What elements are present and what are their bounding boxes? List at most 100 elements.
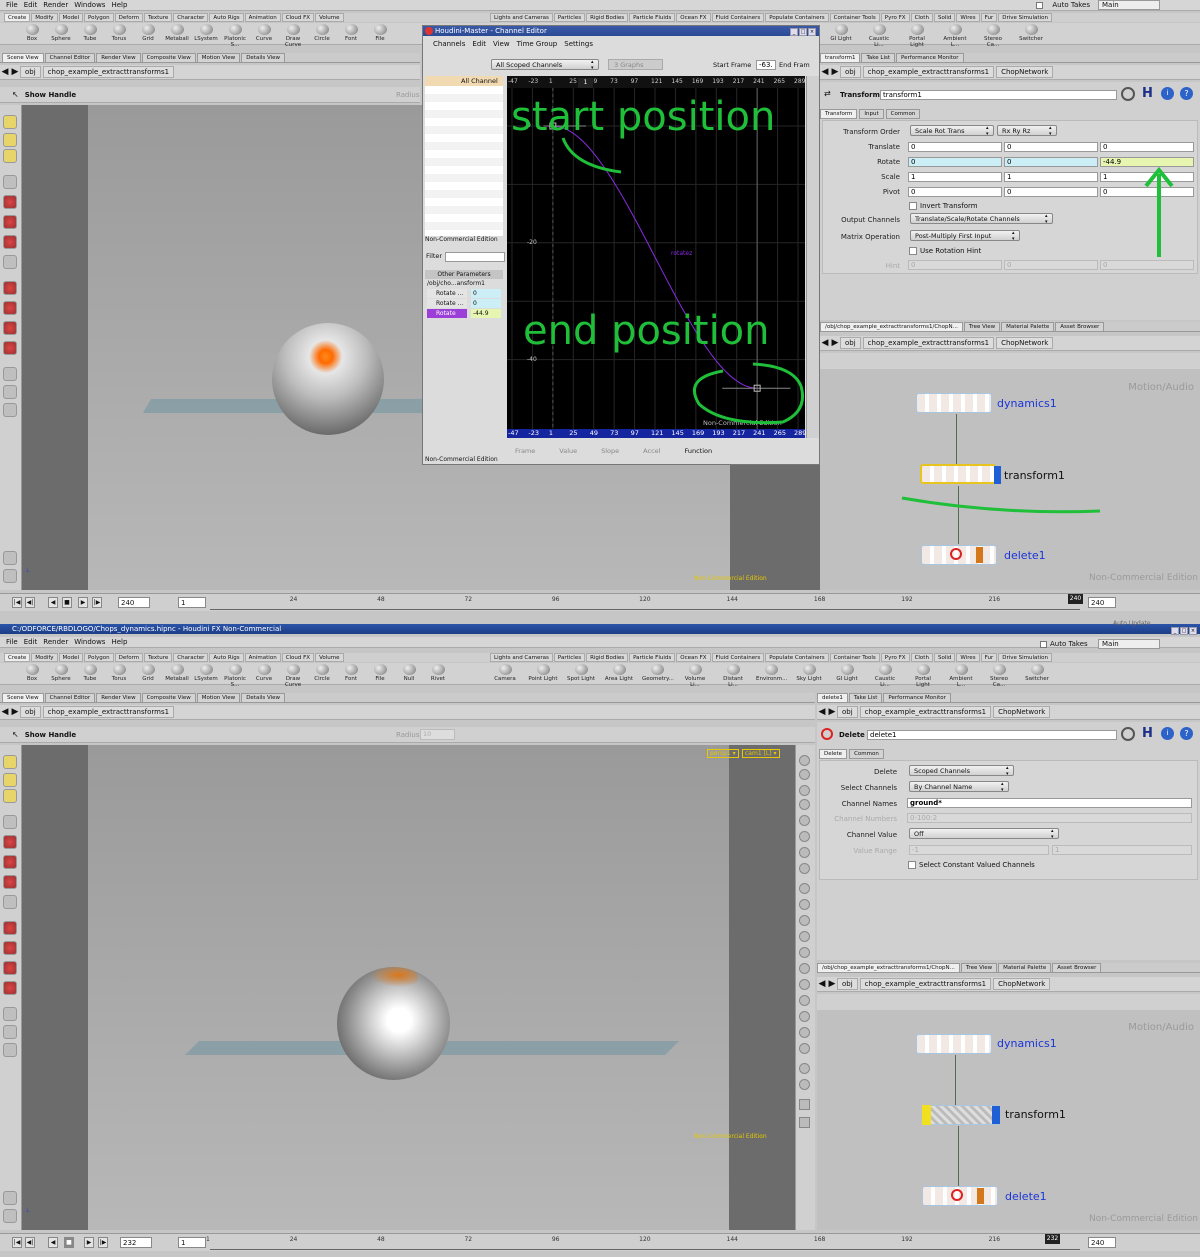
shelf-tab-wires[interactable]: Wires [956, 653, 980, 662]
shelf-tab-polygon[interactable]: Polygon [84, 13, 114, 22]
cam-menu[interactable]: cam1 [L] ▾ [742, 749, 780, 758]
minimize-icon[interactable]: _ [1171, 627, 1179, 635]
path-node[interactable]: chop_example_extracttransforms1 [42, 66, 175, 78]
tool-font[interactable]: Font [336, 663, 366, 682]
shelf-tab-cloud-fx[interactable]: Cloud FX [281, 13, 315, 22]
step-forward-icon[interactable]: |▶ [92, 597, 102, 608]
path-obj[interactable]: obj [20, 66, 41, 78]
rotate-tool-icon[interactable] [3, 215, 17, 229]
channel-numbers-field[interactable]: 0-100:2 [907, 813, 1192, 823]
tool-environm[interactable]: Environm... [756, 663, 787, 682]
tool-grid[interactable]: Grid [133, 663, 163, 682]
tool-portal-light[interactable]: Portal Light [908, 663, 938, 688]
step-field[interactable]: 1 [178, 1237, 206, 1248]
shelf-tab-pyro-fx[interactable]: Pyro FX [880, 653, 910, 662]
value-range-min-field[interactable]: -1 [909, 845, 1049, 855]
pane-tab-take-list[interactable]: Take List [861, 53, 896, 63]
point-icon-3[interactable] [799, 915, 810, 926]
node-name-field[interactable]: delete1 [867, 730, 1117, 740]
pane-tab-asset-browser[interactable]: Asset Browser [1055, 322, 1105, 332]
shelf-tab-model[interactable]: Model [58, 13, 84, 22]
grid-icon[interactable] [799, 1099, 810, 1110]
tool-metaball[interactable]: Metaball [162, 663, 192, 682]
menu-render[interactable]: Render [43, 638, 68, 646]
node-transform1-label[interactable]: transform1 [1005, 1108, 1066, 1121]
tool-grid[interactable]: Grid [133, 23, 163, 42]
pane-tab-motion-view[interactable]: Motion View [196, 53, 241, 63]
path-node[interactable]: chop_example_extracttransforms1 [862, 66, 995, 78]
snap-tool-icon[interactable] [3, 551, 17, 565]
shelf-tab-animation[interactable]: Animation [244, 653, 281, 662]
select-tool-icon-3[interactable] [3, 149, 17, 163]
handle-tool-icon-2[interactable] [3, 301, 17, 315]
value-range-max-field[interactable]: 1 [1052, 845, 1192, 855]
rotate-tool-icon[interactable] [3, 855, 17, 869]
tool-metaball[interactable]: Metaball [162, 23, 192, 42]
tool-portal-light[interactable]: Portal Light [902, 23, 932, 48]
shelf-tab-populate-containers[interactable]: Populate Containers [765, 653, 829, 662]
pane-tab-details-view[interactable]: Details View [241, 53, 286, 63]
tool-gi-light[interactable]: GI Light [826, 23, 856, 42]
shelf-tab-populate-containers[interactable]: Populate Containers [765, 13, 829, 22]
tool-tube[interactable]: Tube [75, 663, 105, 682]
vector-icon-3[interactable] [799, 979, 810, 990]
shelf-tab-deform[interactable]: Deform [114, 653, 144, 662]
shelf-tab-wires[interactable]: Wires [956, 13, 980, 22]
menu-help[interactable]: Help [111, 1, 127, 9]
path-node[interactable]: chop_example_extracttransforms1 [859, 978, 992, 990]
help-h-icon[interactable]: H [1142, 726, 1153, 741]
timeline-ruler[interactable]: 24 48 72 96 120 144 168 192 216 [210, 596, 1080, 610]
pane-tab-render-view[interactable]: Render View [96, 693, 141, 703]
handle-tool-icon-2[interactable] [3, 941, 17, 955]
transform-bypass-flag[interactable] [922, 1105, 931, 1125]
tool-draw-curve[interactable]: Draw Curve [278, 23, 308, 48]
path-net[interactable]: ChopNetwork [996, 337, 1054, 349]
shelf-tab-auto-rigs[interactable]: Auto Rigs [209, 13, 244, 22]
auto-takes-checkbox[interactable] [1040, 640, 1047, 648]
pane-tab-channel-editor[interactable]: Channel Editor [44, 693, 96, 703]
point-icon-2[interactable] [799, 899, 810, 910]
shelf-tab-container-tools[interactable]: Container Tools [829, 653, 880, 662]
play-reverse-icon[interactable]: ◀ [48, 1237, 58, 1248]
step-forward-icon[interactable]: |▶ [98, 1237, 108, 1248]
step-back-icon[interactable]: ◀| [25, 597, 35, 608]
tool-platonic-s[interactable]: Platonic S... [220, 663, 250, 688]
tool-stereo-ca[interactable]: Stereo Ca... [984, 663, 1014, 688]
ghost-icon-3[interactable] [799, 863, 810, 874]
node-transform1[interactable] [922, 1105, 998, 1125]
tool-platonic-s[interactable]: Platonic S... [220, 23, 250, 48]
shelf-tab-volume[interactable]: Volume [315, 653, 344, 662]
step-back-icon[interactable]: ◀| [25, 1237, 35, 1248]
tool-area-light[interactable]: Area Light [604, 663, 634, 682]
shelf-tab-ocean-fx[interactable]: Ocean FX [676, 653, 711, 662]
ghost-icon[interactable] [799, 831, 810, 842]
takes-main-select[interactable]: Main [1098, 639, 1160, 649]
render-tool-icon[interactable] [3, 403, 17, 417]
shelf-tab-particles[interactable]: Particles [553, 653, 586, 662]
normal-icon[interactable] [799, 1063, 810, 1074]
tool-switcher[interactable]: Switcher [1022, 663, 1052, 682]
shelf-tab-texture[interactable]: Texture [144, 13, 173, 22]
shelf-tab-cloud-fx[interactable]: Cloud FX [281, 653, 315, 662]
current-frame-field[interactable]: 232 [120, 1237, 152, 1248]
jump-start-icon[interactable]: |◀ [12, 597, 22, 608]
camera-tool-icon[interactable] [3, 1007, 17, 1021]
snap-tool-icon-2[interactable] [3, 1209, 17, 1223]
shelf-tab-drive-simulation[interactable]: Drive Simulation [998, 653, 1052, 662]
uv-icon-3[interactable] [799, 1027, 810, 1038]
step-field[interactable]: 1 [178, 597, 206, 608]
shelf-tab-model[interactable]: Model [58, 653, 84, 662]
pane-tab-channel-editor[interactable]: Channel Editor [44, 53, 96, 63]
auto-takes-toggle[interactable]: Auto Takes [1030, 1, 1090, 9]
pane-tab-scene-view[interactable]: Scene View [2, 693, 44, 703]
background-icon[interactable] [799, 1117, 810, 1128]
handle-tool-icon-3[interactable] [3, 321, 17, 335]
shelf-tab-fluid-containers[interactable]: Fluid Containers [711, 653, 765, 662]
point-icon[interactable] [799, 883, 810, 894]
select-tool-icon[interactable] [3, 755, 17, 769]
channel-editor-window[interactable]: Houdini-Master - Channel Editor _ □ × Chan… [422, 25, 820, 465]
tool-file[interactable]: File [365, 23, 395, 42]
rbd-sphere[interactable] [272, 323, 384, 435]
auto-takes-toggle[interactable]: Auto Takes [1040, 640, 1088, 648]
node-delete1-label[interactable]: delete1 [1005, 1190, 1047, 1203]
